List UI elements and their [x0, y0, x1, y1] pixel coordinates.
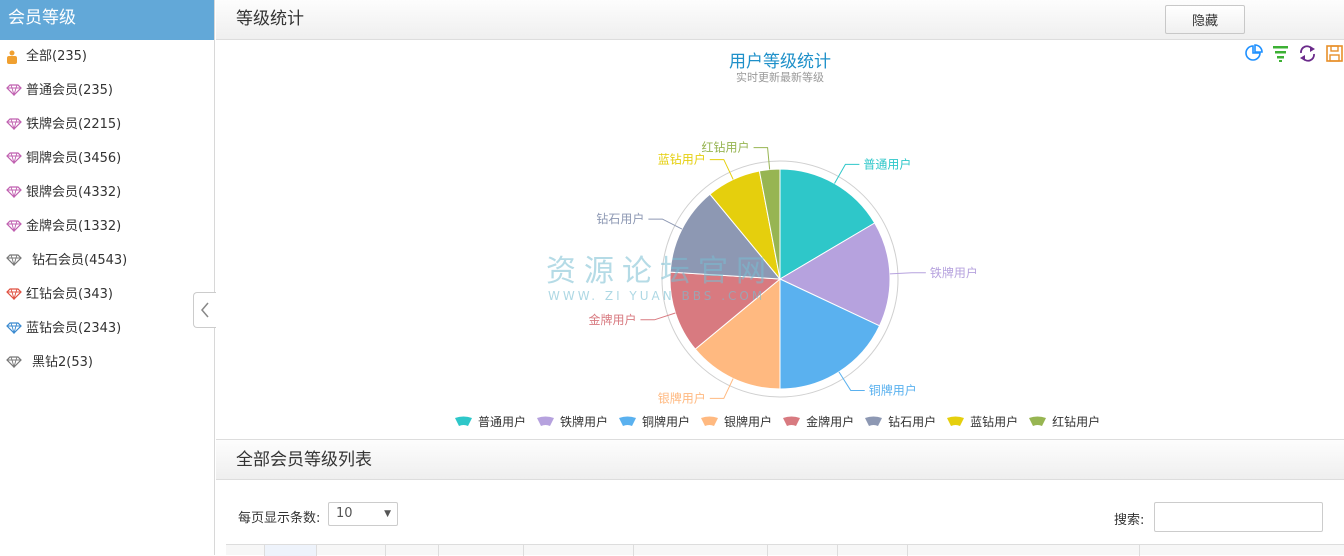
level-item[interactable]: 钻石会员(4543)	[0, 244, 214, 278]
pie-slice-label: 银牌用户	[658, 390, 706, 405]
legend-label: 金牌用户	[806, 415, 855, 429]
level-item[interactable]: 银牌会员(4332)	[0, 176, 214, 210]
legend-swatch	[700, 416, 719, 427]
pie-slice-label: 钻石用户	[596, 211, 644, 226]
legend-label: 银牌用户	[724, 415, 773, 429]
legend-swatch	[1028, 416, 1047, 427]
level-item-label: 红钻会员(343)	[26, 287, 113, 302]
pie-slice-label: 铁牌用户	[930, 265, 978, 280]
table-controls: 每页显示条数: 10 ▼ 搜索:	[216, 480, 1344, 556]
diamond-icon	[6, 152, 22, 166]
level-item[interactable]: 铁牌会员(2215)	[0, 108, 214, 142]
diamond-icon	[6, 186, 22, 200]
legend-label: 铁牌用户	[560, 415, 609, 429]
pie-slice-label: 蓝钻用户	[658, 152, 706, 167]
level-item[interactable]: 红钻会员(343)	[0, 278, 214, 312]
level-item[interactable]: 黑钻2(53)	[0, 346, 214, 380]
diamond-icon	[6, 288, 22, 302]
pie-leader-line	[640, 312, 676, 321]
search-label: 搜索:	[1114, 513, 1145, 528]
legend-item[interactable]: 钻石用户	[864, 413, 936, 430]
legend-swatch	[536, 416, 555, 427]
pie-chart: 普通用户铁牌用户铜牌用户银牌用户 金牌用户 钻石用户 蓝钻用户红钻用户	[588, 140, 978, 406]
legend-item[interactable]: 银牌用户	[700, 413, 772, 430]
level-item-label: 蓝钻会员(2343)	[26, 321, 122, 336]
legend-item[interactable]: 普通用户	[454, 413, 526, 430]
diamond-icon	[6, 254, 22, 268]
level-item[interactable]: 全部(235)	[0, 40, 214, 74]
pie-slice-label: 红钻用户	[702, 140, 750, 155]
level-list: 全部(235) 普通会员(235) 铁牌会员(2215) 铜牌会员(3456) 银牌会员…	[0, 40, 214, 380]
hide-button[interactable]: 隐藏	[1165, 5, 1245, 34]
level-item-label: 金牌会员(1332)	[26, 219, 122, 234]
level-item-label: 铜牌会员(3456)	[26, 151, 122, 166]
legend-label: 铜牌用户	[642, 415, 691, 429]
legend-item[interactable]: 金牌用户	[782, 413, 854, 430]
list-header: 全部会员等级列表	[216, 439, 1344, 480]
level-item[interactable]: 金牌会员(1332)	[0, 210, 214, 244]
pie-leader-line	[838, 371, 865, 391]
diamond-icon	[6, 84, 22, 98]
table-header	[226, 544, 1344, 556]
search-input[interactable]	[1154, 502, 1323, 532]
legend-swatch	[946, 416, 965, 427]
legend-item[interactable]: 红钻用户	[1028, 413, 1100, 430]
per-page-value: 10	[336, 506, 353, 521]
legend-label: 红钻用户	[1052, 415, 1101, 429]
user-bag-icon	[6, 50, 22, 64]
pie-slice-label: 铜牌用户	[869, 382, 917, 397]
caret-down-icon: ▼	[384, 509, 391, 519]
list-title: 全部会员等级列表	[236, 450, 372, 470]
legend-item[interactable]: 铁牌用户	[536, 413, 608, 430]
pie-leader-line	[834, 163, 860, 184]
page-title: 等级统计	[236, 9, 304, 29]
stats-header: 等级统计 隐藏	[216, 0, 1344, 40]
pie-slice-label: 普通用户	[863, 156, 911, 171]
level-item-label: 银牌会员(4332)	[26, 185, 122, 200]
legend-swatch	[864, 416, 883, 427]
chart-legend: 普通用户 铁牌用户 铜牌用户 银牌用户 金牌用户 钻石用户 蓝钻用户 红钻用户	[454, 413, 1110, 430]
legend-label: 钻石用户	[888, 415, 937, 429]
pie-leader-line	[889, 272, 926, 275]
chevron-left-icon	[201, 302, 209, 318]
main-panel: 等级统计 隐藏 用户等级统计 实时更新最新等级 普通用户 铁牌用户 铜牌用户 银牌用户…	[216, 0, 1344, 556]
sidebar-title: 会员等级	[0, 0, 214, 40]
chart-area: 用户等级统计 实时更新最新等级 普通用户 铁牌用户 铜牌用户 银牌用户 金牌用户 钻石用户…	[216, 40, 1344, 439]
level-item-label: 钻石会员(4543)	[32, 253, 128, 268]
legend-label: 蓝钻用户	[970, 415, 1019, 429]
collapse-sidebar-button[interactable]	[193, 292, 216, 328]
legend-swatch	[618, 416, 637, 427]
level-item-label: 黑钻2(53)	[32, 355, 93, 370]
diamond-icon	[6, 118, 22, 132]
level-item-label: 全部(235)	[26, 49, 87, 64]
watermark-url: WWW. ZI YUAN BBS .COM	[548, 289, 766, 303]
pie-leader-line	[753, 147, 771, 170]
legend-label: 普通用户	[478, 415, 527, 429]
level-item[interactable]: 铜牌会员(3456)	[0, 142, 214, 176]
legend-swatch	[454, 416, 473, 427]
level-item-label: 普通会员(235)	[26, 83, 113, 98]
diamond-icon	[6, 322, 22, 336]
per-page-label: 每页显示条数:	[238, 511, 321, 526]
level-item-label: 铁牌会员(2215)	[26, 117, 122, 132]
per-page-select[interactable]: 10 ▼	[328, 502, 398, 526]
level-item[interactable]: 蓝钻会员(2343)	[0, 312, 214, 346]
watermark-text: 资源论坛官网	[546, 254, 774, 289]
diamond-icon	[6, 220, 22, 234]
pie-slice-label: 金牌用户	[588, 312, 636, 327]
level-item[interactable]: 普通会员(235)	[0, 74, 214, 108]
sidebar: 会员等级 全部(235) 普通会员(235) 铁牌会员(2215) 铜牌会员(3456…	[0, 0, 215, 555]
legend-swatch	[782, 416, 801, 427]
legend-item[interactable]: 蓝钻用户	[946, 413, 1018, 430]
diamond-icon	[6, 356, 22, 370]
legend-item[interactable]: 铜牌用户	[618, 413, 690, 430]
